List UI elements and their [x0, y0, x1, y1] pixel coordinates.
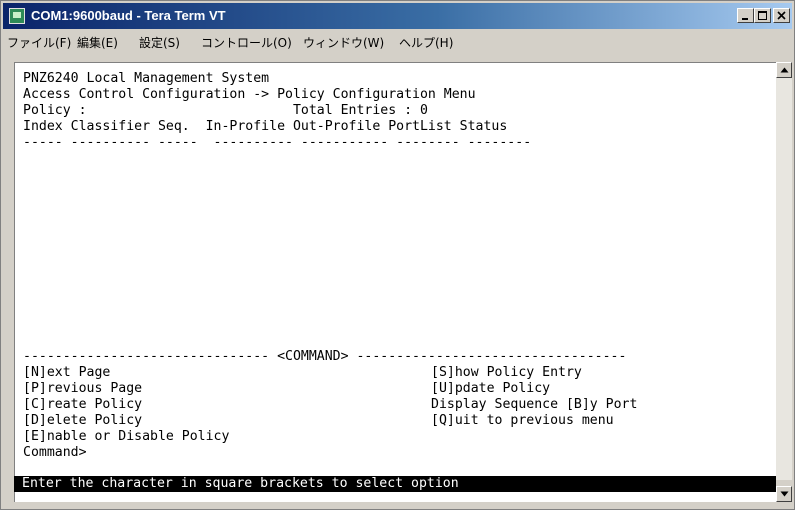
command-display-sequence-by-port: Display Sequence [B]y Port: [431, 397, 638, 412]
system-title: PNZ6240 Local Management System: [23, 71, 270, 86]
menu-control[interactable]: コントロール(O): [201, 34, 292, 51]
command-update-policy: [U]pdate Policy: [431, 381, 551, 396]
command-prompt: Command>: [23, 445, 87, 460]
command-quit-previous-menu: [Q]uit to previous menu: [431, 413, 614, 428]
menu-breadcrumb: Access Control Configuration -> Policy C…: [23, 87, 476, 102]
command-create-policy: [C]reate Policy: [23, 397, 143, 412]
arrow-up-icon: [780, 67, 789, 73]
minimize-icon: [742, 18, 748, 20]
terminal-screen[interactable]: PNZ6240 Local Management System Access C…: [14, 62, 776, 502]
arrow-down-icon: [780, 491, 789, 497]
menu-bar: ファイル(F) 編集(E) 設定(S) コントロール(O) ウィンドウ(W) ヘ…: [3, 31, 792, 53]
menu-setup[interactable]: 設定(S): [139, 34, 180, 51]
title-bar[interactable]: COM1:9600baud - Tera Term VT: [3, 3, 792, 29]
maximize-icon: [758, 11, 767, 20]
scroll-down-button[interactable]: [776, 486, 792, 502]
scroll-up-button[interactable]: [776, 62, 792, 78]
status-message: Enter the character in square brackets t…: [22, 476, 459, 491]
minimize-button[interactable]: [737, 8, 754, 23]
policy-summary: Policy : Total Entries : 0: [23, 103, 428, 118]
menu-file[interactable]: ファイル(F): [7, 34, 71, 51]
status-message-bar: Enter the character in square brackets t…: [14, 476, 776, 492]
vertical-scrollbar[interactable]: [776, 62, 792, 502]
menu-edit[interactable]: 編集(E): [77, 34, 118, 51]
command-enable-disable-policy: [E]nable or Disable Policy: [23, 429, 230, 444]
menu-help[interactable]: ヘルプ(H): [399, 34, 453, 51]
command-next-page: [N]ext Page: [23, 365, 111, 380]
window-title: COM1:9600baud - Tera Term VT: [31, 8, 226, 23]
policy-table-separator: ----- ---------- ----- ---------- ------…: [23, 135, 532, 150]
policy-table-header: Index Classifier Seq. In-Profile Out-Pro…: [23, 119, 508, 134]
command-previous-page: [P]revious Page: [23, 381, 143, 396]
tera-term-app-icon[interactable]: [9, 8, 25, 24]
command-delete-policy: [D]elete Policy: [23, 413, 143, 428]
menu-window[interactable]: ウィンドウ(W): [303, 34, 384, 51]
close-button[interactable]: [773, 8, 790, 23]
command-divider: ------------------------------- <COMMAND…: [23, 349, 627, 364]
close-icon: [777, 11, 786, 20]
command-show-policy-entry: [S]how Policy Entry: [431, 365, 582, 380]
maximize-button[interactable]: [754, 8, 771, 23]
